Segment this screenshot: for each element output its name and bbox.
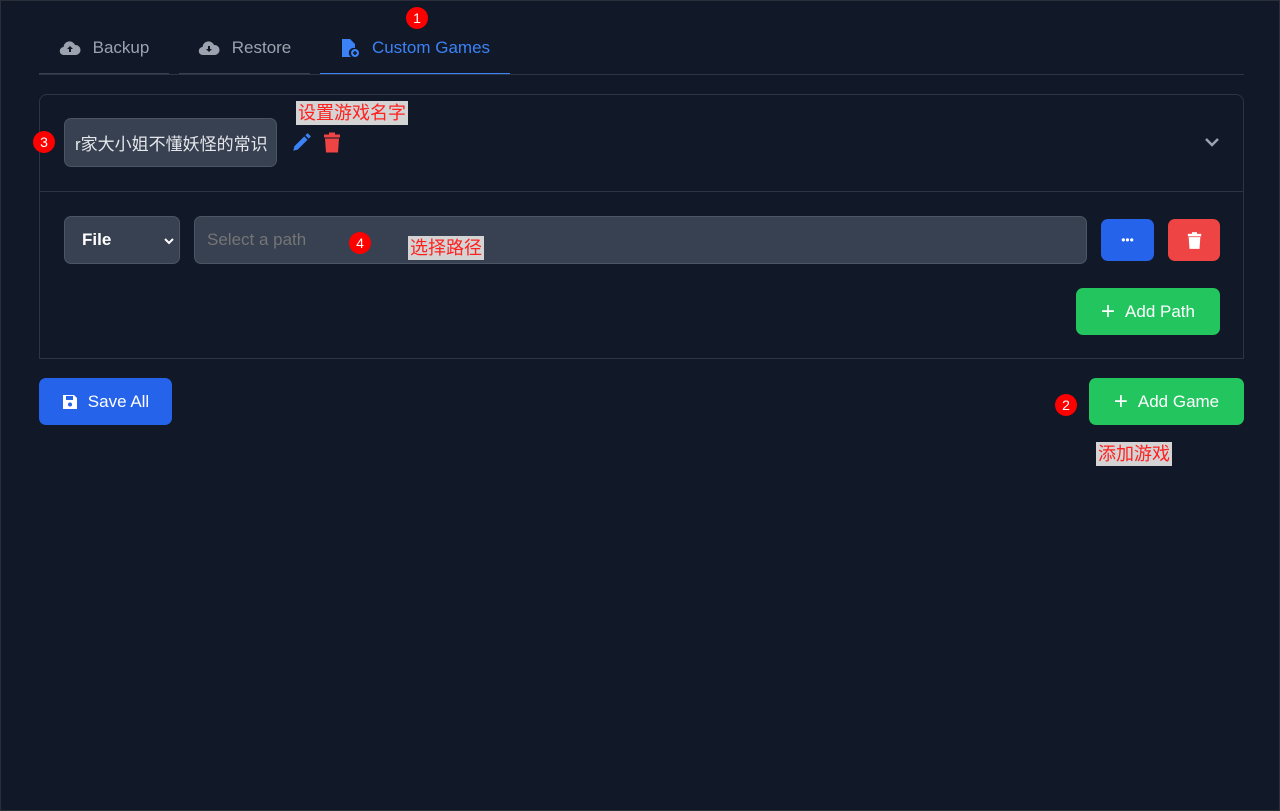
edit-pencil-icon[interactable] — [290, 132, 312, 154]
save-all-label: Save All — [87, 391, 150, 411]
cloud-upload-icon — [59, 41, 81, 56]
path-input[interactable] — [194, 216, 1087, 264]
game-name-value: r家大小姐不懂妖怪的常识 — [75, 135, 268, 154]
save-icon — [62, 394, 77, 409]
add-game-label: Add Game — [1137, 391, 1220, 411]
annotation-marker: 4 — [349, 232, 371, 254]
chevron-down-icon — [164, 238, 174, 245]
plus-icon: + — [1113, 387, 1128, 415]
delete-game-icon[interactable] — [323, 132, 341, 153]
card-header-divider — [40, 191, 1243, 192]
add-path-button[interactable]: + Add Path — [1076, 288, 1220, 335]
game-name-field[interactable]: r家大小姐不懂妖怪的常识 — [64, 118, 277, 167]
trash-icon — [1187, 231, 1201, 249]
tab-restore[interactable]: Restore — [179, 23, 310, 75]
annotation-note: 选择路径 — [408, 236, 484, 260]
delete-path-button[interactable] — [1168, 219, 1220, 261]
tab-label: Custom Games — [371, 38, 491, 57]
tab-label: Backup — [92, 38, 150, 57]
add-game-button[interactable]: + Add Game — [1089, 378, 1244, 425]
browse-label: ••• — [1121, 233, 1134, 247]
path-type-value: File — [82, 230, 112, 249]
annotation-marker: 2 — [1055, 394, 1077, 416]
annotation-marker: 3 — [33, 131, 55, 153]
annotation-note: 设置游戏名字 — [296, 101, 408, 125]
plus-icon: + — [1101, 297, 1116, 325]
cloud-download-icon — [198, 41, 220, 56]
path-type-select[interactable]: File — [64, 216, 180, 264]
tab-custom-games[interactable]: Custom Games — [320, 23, 510, 75]
annotation-marker: 1 — [406, 7, 428, 29]
chevron-down-icon[interactable] — [1204, 135, 1220, 149]
tab-divider — [39, 74, 1244, 75]
browse-path-button[interactable]: ••• — [1101, 219, 1154, 261]
game-card: r家大小姐不懂妖怪的常识 File ••• + Add Path — [39, 94, 1244, 359]
tab-backup[interactable]: Backup — [39, 23, 169, 75]
file-add-icon — [341, 39, 359, 57]
save-all-button[interactable]: Save All — [39, 378, 172, 425]
add-path-label: Add Path — [1125, 301, 1195, 321]
tab-label: Restore — [231, 38, 292, 57]
annotation-note: 添加游戏 — [1096, 442, 1172, 466]
